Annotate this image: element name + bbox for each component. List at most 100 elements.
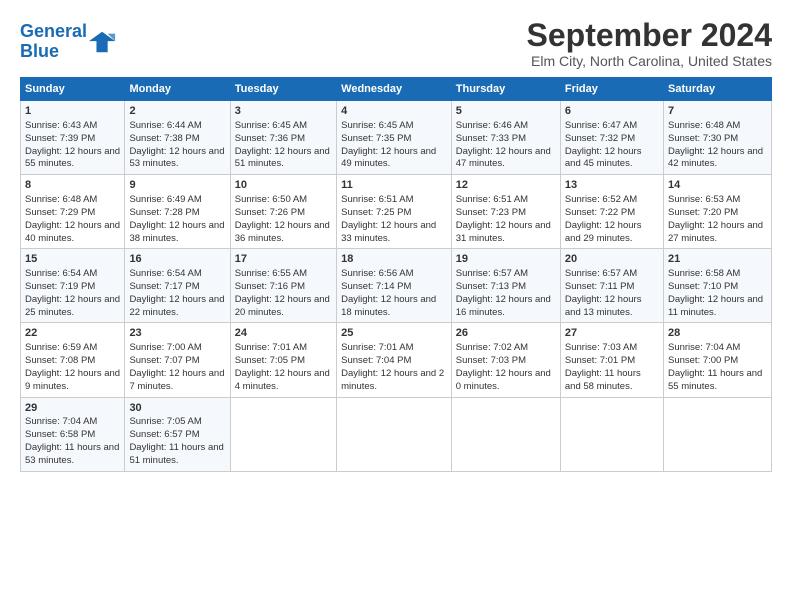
header-row: Sunday Monday Tuesday Wednesday Thursday… [21,78,772,101]
title-block: September 2024 Elm City, North Carolina,… [527,18,772,69]
sunrise: Sunrise: 6:51 AM [456,194,528,205]
sunset: Sunset: 7:28 PM [129,207,199,218]
calendar-title: September 2024 [527,18,772,53]
sunset: Sunset: 7:38 PM [129,133,199,144]
daylight: Daylight: 11 hours and 53 minutes. [25,442,119,466]
calendar-week-2: 8Sunrise: 6:48 AMSunset: 7:29 PMDaylight… [21,175,772,249]
day-number: 17 [235,252,332,267]
sunrise: Sunrise: 7:05 AM [129,416,201,427]
daylight: Daylight: 12 hours and 18 minutes. [341,294,436,318]
calendar-cell: 20Sunrise: 6:57 AMSunset: 7:11 PMDayligh… [560,249,663,323]
day-number: 8 [25,178,120,193]
sunrise: Sunrise: 7:04 AM [25,416,97,427]
calendar-cell: 24Sunrise: 7:01 AMSunset: 7:05 PMDayligh… [230,323,336,397]
daylight: Daylight: 12 hours and 7 minutes. [129,368,224,392]
day-number: 19 [456,252,556,267]
logo-line1: General [20,21,87,41]
calendar-week-3: 15Sunrise: 6:54 AMSunset: 7:19 PMDayligh… [21,249,772,323]
calendar-cell: 15Sunrise: 6:54 AMSunset: 7:19 PMDayligh… [21,249,125,323]
daylight: Daylight: 12 hours and 29 minutes. [565,220,642,244]
sunrise: Sunrise: 7:03 AM [565,342,637,353]
day-number: 2 [129,104,225,119]
calendar-table: Sunday Monday Tuesday Wednesday Thursday… [20,77,772,471]
daylight: Daylight: 12 hours and 36 minutes. [235,220,330,244]
day-number: 3 [235,104,332,119]
sunrise: Sunrise: 6:57 AM [565,268,637,279]
daylight: Daylight: 12 hours and 49 minutes. [341,146,436,170]
calendar-cell [560,397,663,471]
sunset: Sunset: 7:19 PM [25,281,95,292]
day-number: 16 [129,252,225,267]
sunset: Sunset: 6:57 PM [129,429,199,440]
daylight: Daylight: 12 hours and 45 minutes. [565,146,642,170]
sunset: Sunset: 7:07 PM [129,355,199,366]
daylight: Daylight: 12 hours and 16 minutes. [456,294,551,318]
daylight: Daylight: 12 hours and 51 minutes. [235,146,330,170]
daylight: Daylight: 12 hours and 22 minutes. [129,294,224,318]
sunrise: Sunrise: 6:57 AM [456,268,528,279]
sunrise: Sunrise: 6:53 AM [668,194,740,205]
logo: General Blue [20,22,117,62]
day-number: 20 [565,252,659,267]
sunrise: Sunrise: 7:00 AM [129,342,201,353]
sunrise: Sunrise: 6:43 AM [25,120,97,131]
sunset: Sunset: 7:08 PM [25,355,95,366]
header-sunday: Sunday [21,78,125,101]
calendar-subtitle: Elm City, North Carolina, United States [527,53,772,69]
sunrise: Sunrise: 6:47 AM [565,120,637,131]
calendar-cell: 22Sunrise: 6:59 AMSunset: 7:08 PMDayligh… [21,323,125,397]
daylight: Daylight: 12 hours and 38 minutes. [129,220,224,244]
day-number: 30 [129,401,225,416]
day-number: 25 [341,326,447,341]
calendar-cell: 3Sunrise: 6:45 AMSunset: 7:36 PMDaylight… [230,101,336,175]
sunset: Sunset: 7:35 PM [341,133,411,144]
sunset: Sunset: 7:26 PM [235,207,305,218]
daylight: Daylight: 12 hours and 40 minutes. [25,220,120,244]
calendar-cell: 19Sunrise: 6:57 AMSunset: 7:13 PMDayligh… [451,249,560,323]
sunset: Sunset: 7:39 PM [25,133,95,144]
calendar-cell: 21Sunrise: 6:58 AMSunset: 7:10 PMDayligh… [663,249,771,323]
sunrise: Sunrise: 6:56 AM [341,268,413,279]
day-number: 5 [456,104,556,119]
day-number: 10 [235,178,332,193]
calendar-cell: 16Sunrise: 6:54 AM Sunset: 7:17 PM Dayligh… [125,249,230,323]
sunset: Sunset: 7:20 PM [668,207,738,218]
daylight: Daylight: 11 hours and 51 minutes. [129,442,223,466]
calendar-cell [337,397,452,471]
day-number: 14 [668,178,767,193]
header-thursday: Thursday [451,78,560,101]
sunrise: Sunrise: 6:52 AM [565,194,637,205]
daylight: Daylight: 12 hours and 53 minutes. [129,146,224,170]
sunset: Sunset: 7:05 PM [235,355,305,366]
sunrise: Sunrise: 6:50 AM [235,194,307,205]
daylight: Daylight: 12 hours and 13 minutes. [565,294,642,318]
calendar-cell: 5Sunrise: 6:46 AMSunset: 7:33 PMDaylight… [451,101,560,175]
sunrise: Sunrise: 7:02 AM [456,342,528,353]
day-number: 26 [456,326,556,341]
calendar-cell: 14Sunrise: 6:53 AMSunset: 7:20 PMDayligh… [663,175,771,249]
calendar-cell: 8Sunrise: 6:48 AMSunset: 7:29 PMDaylight… [21,175,125,249]
sunset: Sunset: 7:16 PM [235,281,305,292]
sunset: Sunset: 7:04 PM [341,355,411,366]
daylight: Daylight: 12 hours and 31 minutes. [456,220,551,244]
day-number: 4 [341,104,447,119]
calendar-week-5: 29Sunrise: 7:04 AMSunset: 6:58 PMDayligh… [21,397,772,471]
sunset: Sunset: 7:01 PM [565,355,635,366]
sunrise: Sunrise: 6:54 AM [129,268,201,279]
sunset: Sunset: 7:00 PM [668,355,738,366]
daylight: Daylight: 11 hours and 58 minutes. [565,368,641,392]
calendar-week-4: 22Sunrise: 6:59 AMSunset: 7:08 PMDayligh… [21,323,772,397]
sunrise: Sunrise: 7:01 AM [341,342,413,353]
sunrise: Sunrise: 6:55 AM [235,268,307,279]
daylight: Daylight: 12 hours and 55 minutes. [25,146,120,170]
calendar-cell [230,397,336,471]
sunset: Sunset: 6:58 PM [25,429,95,440]
calendar-cell: 2Sunrise: 6:44 AMSunset: 7:38 PMDaylight… [125,101,230,175]
header-tuesday: Tuesday [230,78,336,101]
calendar-cell: 13Sunrise: 6:52 AMSunset: 7:22 PMDayligh… [560,175,663,249]
sunset: Sunset: 7:17 PM [129,281,199,292]
day-number: 9 [129,178,225,193]
day-number: 28 [668,326,767,341]
daylight: Daylight: 12 hours and 0 minutes. [456,368,551,392]
calendar-cell: 23Sunrise: 7:00 AMSunset: 7:07 PMDayligh… [125,323,230,397]
